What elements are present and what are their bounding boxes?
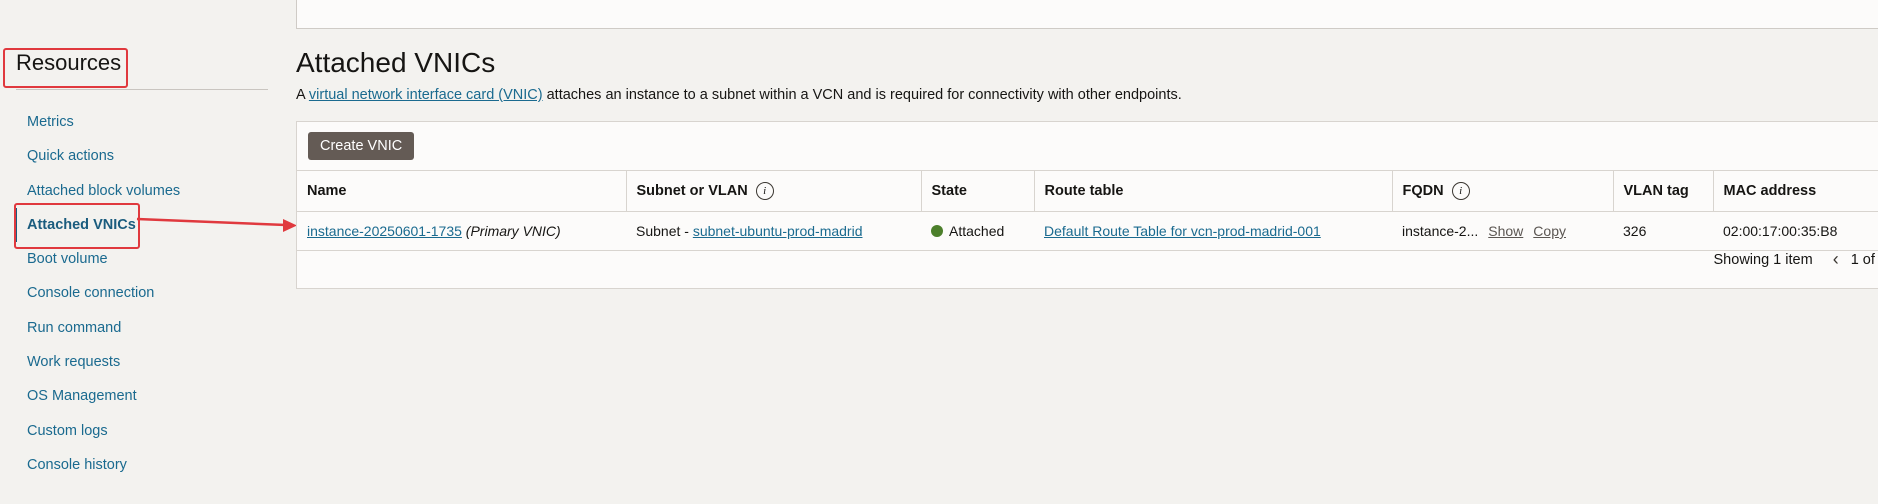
page-indicator: 1 of 1 bbox=[1850, 252, 1878, 268]
sidebar-item-run-command[interactable]: Run command bbox=[15, 311, 285, 345]
column-header-name[interactable]: Name bbox=[297, 170, 627, 212]
column-header-fqdn[interactable]: FQDN i bbox=[1392, 170, 1614, 212]
cell-route-table: Default Route Table for vcn-prod-madrid-… bbox=[1034, 211, 1392, 251]
sidebar-item-custom-logs[interactable]: Custom logs bbox=[15, 414, 285, 448]
subnet-prefix: Subnet - bbox=[636, 223, 693, 239]
fqdn-show-link[interactable]: Show bbox=[1488, 223, 1523, 239]
column-header-fqdn-label: FQDN bbox=[1402, 182, 1444, 199]
sidebar-item-work-requests[interactable]: Work requests bbox=[15, 345, 285, 379]
cell-name: instance-20250601-1735 (Primary VNIC) bbox=[297, 211, 626, 251]
top-panel bbox=[296, 0, 1878, 29]
sidebar-item-console-connection[interactable]: Console connection bbox=[15, 276, 285, 310]
state-label: Attached bbox=[949, 223, 1005, 239]
primary-vnic-label: (Primary VNIC) bbox=[465, 223, 561, 239]
fqdn-copy-link[interactable]: Copy bbox=[1533, 223, 1566, 239]
pagination-footer: Showing 1 item ‹ 1 of 1 bbox=[1714, 249, 1878, 270]
sidebar-item-os-management[interactable]: OS Management bbox=[15, 379, 285, 413]
info-icon[interactable]: i bbox=[1451, 182, 1470, 200]
sidebar-item-quick-actions[interactable]: Quick actions bbox=[15, 139, 285, 173]
cell-state: Attached bbox=[921, 211, 1034, 251]
table-header-row: Name Subnet or VLAN i State Route table F… bbox=[297, 170, 1878, 212]
cell-subnet: Subnet - subnet-ubuntu-prod-madrid bbox=[626, 211, 921, 251]
info-icon[interactable]: i bbox=[755, 182, 774, 200]
previous-page-icon[interactable]: ‹ bbox=[1833, 249, 1839, 270]
resources-divider bbox=[16, 89, 268, 90]
attached-vnics-highlight-box bbox=[14, 203, 140, 249]
cell-mac-address: 02:00:17:00:35:B8 bbox=[1713, 211, 1878, 251]
cell-vlan-tag: 326 bbox=[1613, 211, 1713, 251]
sidebar-item-console-history[interactable]: Console history bbox=[15, 448, 285, 482]
table-row: instance-20250601-1735 (Primary VNIC) Su… bbox=[297, 211, 1878, 251]
column-header-subnet[interactable]: Subnet or VLAN i bbox=[626, 170, 922, 212]
column-header-state[interactable]: State bbox=[921, 170, 1035, 212]
vnics-panel: Create VNIC Name Subnet or VLAN i State R… bbox=[296, 121, 1878, 289]
showing-count: Showing 1 item bbox=[1713, 252, 1813, 268]
sidebar-item-metrics[interactable]: Metrics bbox=[15, 105, 285, 139]
page-description: A virtual network interface card (VNIC) … bbox=[296, 87, 1182, 103]
vnic-name-link[interactable]: instance-20250601-1735 bbox=[307, 223, 462, 239]
cell-fqdn: instance-2... Show Copy bbox=[1392, 211, 1613, 251]
create-vnic-button[interactable]: Create VNIC bbox=[308, 132, 415, 160]
column-header-route-table[interactable]: Route table bbox=[1034, 170, 1393, 212]
vnic-doc-link[interactable]: virtual network interface card (VNIC) bbox=[309, 87, 543, 103]
column-header-vlan-tag[interactable]: VLAN tag bbox=[1613, 170, 1714, 212]
vnics-table: Name Subnet or VLAN i State Route table F… bbox=[297, 170, 1878, 251]
resources-highlight-box bbox=[3, 48, 128, 88]
description-suffix: attaches an instance to a subnet within … bbox=[542, 87, 1182, 103]
resources-nav: Metrics Quick actions Attached block vol… bbox=[15, 105, 285, 482]
column-header-mac-address[interactable]: MAC address bbox=[1713, 170, 1878, 212]
fqdn-value: instance-2... bbox=[1402, 223, 1479, 239]
subnet-link[interactable]: subnet-ubuntu-prod-madrid bbox=[693, 223, 863, 239]
page-title: Attached VNICs bbox=[296, 47, 496, 78]
column-header-subnet-label: Subnet or VLAN bbox=[636, 182, 748, 199]
route-table-link[interactable]: Default Route Table for vcn-prod-madrid-… bbox=[1044, 223, 1321, 239]
description-prefix: A bbox=[296, 87, 309, 103]
state-attached-icon bbox=[931, 225, 943, 237]
